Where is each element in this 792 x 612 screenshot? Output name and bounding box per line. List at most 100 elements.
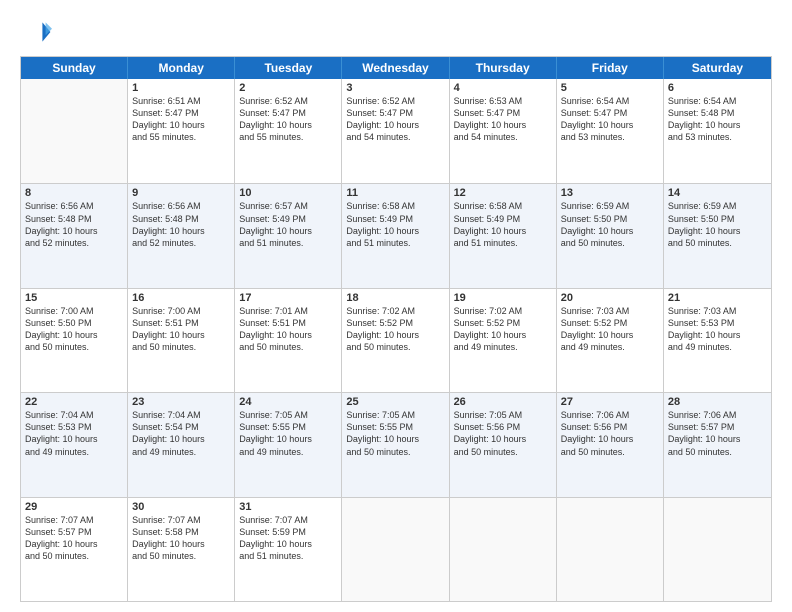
cell-content: Sunrise: 7:05 AMSunset: 5:55 PMDaylight:… — [346, 409, 444, 458]
calendar-cell: 14Sunrise: 6:59 AMSunset: 5:50 PMDayligh… — [664, 184, 771, 287]
day-number: 10 — [239, 187, 337, 199]
day-number: 20 — [561, 292, 659, 304]
cell-content: Sunrise: 6:57 AMSunset: 5:49 PMDaylight:… — [239, 200, 337, 249]
calendar-cell: 24Sunrise: 7:05 AMSunset: 5:55 PMDayligh… — [235, 393, 342, 496]
day-number: 26 — [454, 396, 552, 408]
cell-content: Sunrise: 6:58 AMSunset: 5:49 PMDaylight:… — [346, 200, 444, 249]
calendar-cell: 18Sunrise: 7:02 AMSunset: 5:52 PMDayligh… — [342, 289, 449, 392]
day-number: 28 — [668, 396, 767, 408]
cell-content: Sunrise: 6:59 AMSunset: 5:50 PMDaylight:… — [561, 200, 659, 249]
calendar-header: SundayMondayTuesdayWednesdayThursdayFrid… — [21, 57, 771, 79]
calendar-cell: 27Sunrise: 7:06 AMSunset: 5:56 PMDayligh… — [557, 393, 664, 496]
cell-content: Sunrise: 7:07 AMSunset: 5:57 PMDaylight:… — [25, 514, 123, 563]
day-number: 1 — [132, 82, 230, 94]
cell-content: Sunrise: 7:00 AMSunset: 5:51 PMDaylight:… — [132, 305, 230, 354]
calendar-cell: 28Sunrise: 7:06 AMSunset: 5:57 PMDayligh… — [664, 393, 771, 496]
cell-content: Sunrise: 7:06 AMSunset: 5:57 PMDaylight:… — [668, 409, 767, 458]
cell-content: Sunrise: 6:59 AMSunset: 5:50 PMDaylight:… — [668, 200, 767, 249]
day-number: 6 — [668, 82, 767, 94]
calendar-cell — [664, 498, 771, 601]
calendar-cell: 22Sunrise: 7:04 AMSunset: 5:53 PMDayligh… — [21, 393, 128, 496]
cell-content: Sunrise: 6:56 AMSunset: 5:48 PMDaylight:… — [25, 200, 123, 249]
day-number: 4 — [454, 82, 552, 94]
calendar-cell: 17Sunrise: 7:01 AMSunset: 5:51 PMDayligh… — [235, 289, 342, 392]
cell-content: Sunrise: 7:03 AMSunset: 5:52 PMDaylight:… — [561, 305, 659, 354]
cell-content: Sunrise: 7:02 AMSunset: 5:52 PMDaylight:… — [454, 305, 552, 354]
calendar-cell: 4Sunrise: 6:53 AMSunset: 5:47 PMDaylight… — [450, 79, 557, 183]
calendar-cell: 16Sunrise: 7:00 AMSunset: 5:51 PMDayligh… — [128, 289, 235, 392]
day-number: 9 — [132, 187, 230, 199]
calendar-cell: 19Sunrise: 7:02 AMSunset: 5:52 PMDayligh… — [450, 289, 557, 392]
calendar-cell: 5Sunrise: 6:54 AMSunset: 5:47 PMDaylight… — [557, 79, 664, 183]
day-number: 12 — [454, 187, 552, 199]
calendar-cell: 6Sunrise: 6:54 AMSunset: 5:48 PMDaylight… — [664, 79, 771, 183]
calendar-cell: 21Sunrise: 7:03 AMSunset: 5:53 PMDayligh… — [664, 289, 771, 392]
day-number: 18 — [346, 292, 444, 304]
calendar-body: 1Sunrise: 6:51 AMSunset: 5:47 PMDaylight… — [21, 79, 771, 601]
day-number: 25 — [346, 396, 444, 408]
calendar-cell: 13Sunrise: 6:59 AMSunset: 5:50 PMDayligh… — [557, 184, 664, 287]
cell-content: Sunrise: 7:05 AMSunset: 5:55 PMDaylight:… — [239, 409, 337, 458]
day-number: 27 — [561, 396, 659, 408]
day-number: 21 — [668, 292, 767, 304]
calendar-cell: 26Sunrise: 7:05 AMSunset: 5:56 PMDayligh… — [450, 393, 557, 496]
calendar-cell: 9Sunrise: 6:56 AMSunset: 5:48 PMDaylight… — [128, 184, 235, 287]
calendar-cell: 30Sunrise: 7:07 AMSunset: 5:58 PMDayligh… — [128, 498, 235, 601]
calendar-row: 29Sunrise: 7:07 AMSunset: 5:57 PMDayligh… — [21, 497, 771, 601]
calendar-row: 8Sunrise: 6:56 AMSunset: 5:48 PMDaylight… — [21, 183, 771, 287]
calendar-cell: 1Sunrise: 6:51 AMSunset: 5:47 PMDaylight… — [128, 79, 235, 183]
header-cell-sunday: Sunday — [21, 57, 128, 79]
cell-content: Sunrise: 7:02 AMSunset: 5:52 PMDaylight:… — [346, 305, 444, 354]
day-number: 16 — [132, 292, 230, 304]
day-number: 29 — [25, 501, 123, 513]
day-number: 11 — [346, 187, 444, 199]
calendar-cell: 11Sunrise: 6:58 AMSunset: 5:49 PMDayligh… — [342, 184, 449, 287]
calendar-row: 22Sunrise: 7:04 AMSunset: 5:53 PMDayligh… — [21, 392, 771, 496]
day-number: 15 — [25, 292, 123, 304]
calendar-cell: 20Sunrise: 7:03 AMSunset: 5:52 PMDayligh… — [557, 289, 664, 392]
calendar-cell: 12Sunrise: 6:58 AMSunset: 5:49 PMDayligh… — [450, 184, 557, 287]
calendar-cell: 10Sunrise: 6:57 AMSunset: 5:49 PMDayligh… — [235, 184, 342, 287]
day-number: 3 — [346, 82, 444, 94]
day-number: 8 — [25, 187, 123, 199]
cell-content: Sunrise: 6:53 AMSunset: 5:47 PMDaylight:… — [454, 95, 552, 144]
calendar-cell — [557, 498, 664, 601]
cell-content: Sunrise: 7:07 AMSunset: 5:59 PMDaylight:… — [239, 514, 337, 563]
header-cell-monday: Monday — [128, 57, 235, 79]
cell-content: Sunrise: 6:58 AMSunset: 5:49 PMDaylight:… — [454, 200, 552, 249]
day-number: 14 — [668, 187, 767, 199]
day-number: 31 — [239, 501, 337, 513]
calendar-row: 15Sunrise: 7:00 AMSunset: 5:50 PMDayligh… — [21, 288, 771, 392]
day-number: 23 — [132, 396, 230, 408]
page: SundayMondayTuesdayWednesdayThursdayFrid… — [0, 0, 792, 612]
calendar-cell: 25Sunrise: 7:05 AMSunset: 5:55 PMDayligh… — [342, 393, 449, 496]
cell-content: Sunrise: 6:54 AMSunset: 5:47 PMDaylight:… — [561, 95, 659, 144]
calendar-row: 1Sunrise: 6:51 AMSunset: 5:47 PMDaylight… — [21, 79, 771, 183]
calendar-cell: 23Sunrise: 7:04 AMSunset: 5:54 PMDayligh… — [128, 393, 235, 496]
cell-content: Sunrise: 6:56 AMSunset: 5:48 PMDaylight:… — [132, 200, 230, 249]
day-number: 2 — [239, 82, 337, 94]
cell-content: Sunrise: 7:06 AMSunset: 5:56 PMDaylight:… — [561, 409, 659, 458]
calendar-cell — [450, 498, 557, 601]
header-cell-tuesday: Tuesday — [235, 57, 342, 79]
cell-content: Sunrise: 7:05 AMSunset: 5:56 PMDaylight:… — [454, 409, 552, 458]
day-number: 30 — [132, 501, 230, 513]
cell-content: Sunrise: 6:54 AMSunset: 5:48 PMDaylight:… — [668, 95, 767, 144]
cell-content: Sunrise: 6:52 AMSunset: 5:47 PMDaylight:… — [346, 95, 444, 144]
cell-content: Sunrise: 7:00 AMSunset: 5:50 PMDaylight:… — [25, 305, 123, 354]
calendar-cell: 15Sunrise: 7:00 AMSunset: 5:50 PMDayligh… — [21, 289, 128, 392]
calendar-cell: 31Sunrise: 7:07 AMSunset: 5:59 PMDayligh… — [235, 498, 342, 601]
day-number: 24 — [239, 396, 337, 408]
calendar-cell: 29Sunrise: 7:07 AMSunset: 5:57 PMDayligh… — [21, 498, 128, 601]
day-number: 5 — [561, 82, 659, 94]
day-number: 22 — [25, 396, 123, 408]
header-cell-saturday: Saturday — [664, 57, 771, 79]
header-cell-thursday: Thursday — [450, 57, 557, 79]
cell-content: Sunrise: 6:51 AMSunset: 5:47 PMDaylight:… — [132, 95, 230, 144]
logo — [20, 16, 56, 48]
header-cell-wednesday: Wednesday — [342, 57, 449, 79]
day-number: 13 — [561, 187, 659, 199]
day-number: 19 — [454, 292, 552, 304]
header-cell-friday: Friday — [557, 57, 664, 79]
calendar-cell: 8Sunrise: 6:56 AMSunset: 5:48 PMDaylight… — [21, 184, 128, 287]
